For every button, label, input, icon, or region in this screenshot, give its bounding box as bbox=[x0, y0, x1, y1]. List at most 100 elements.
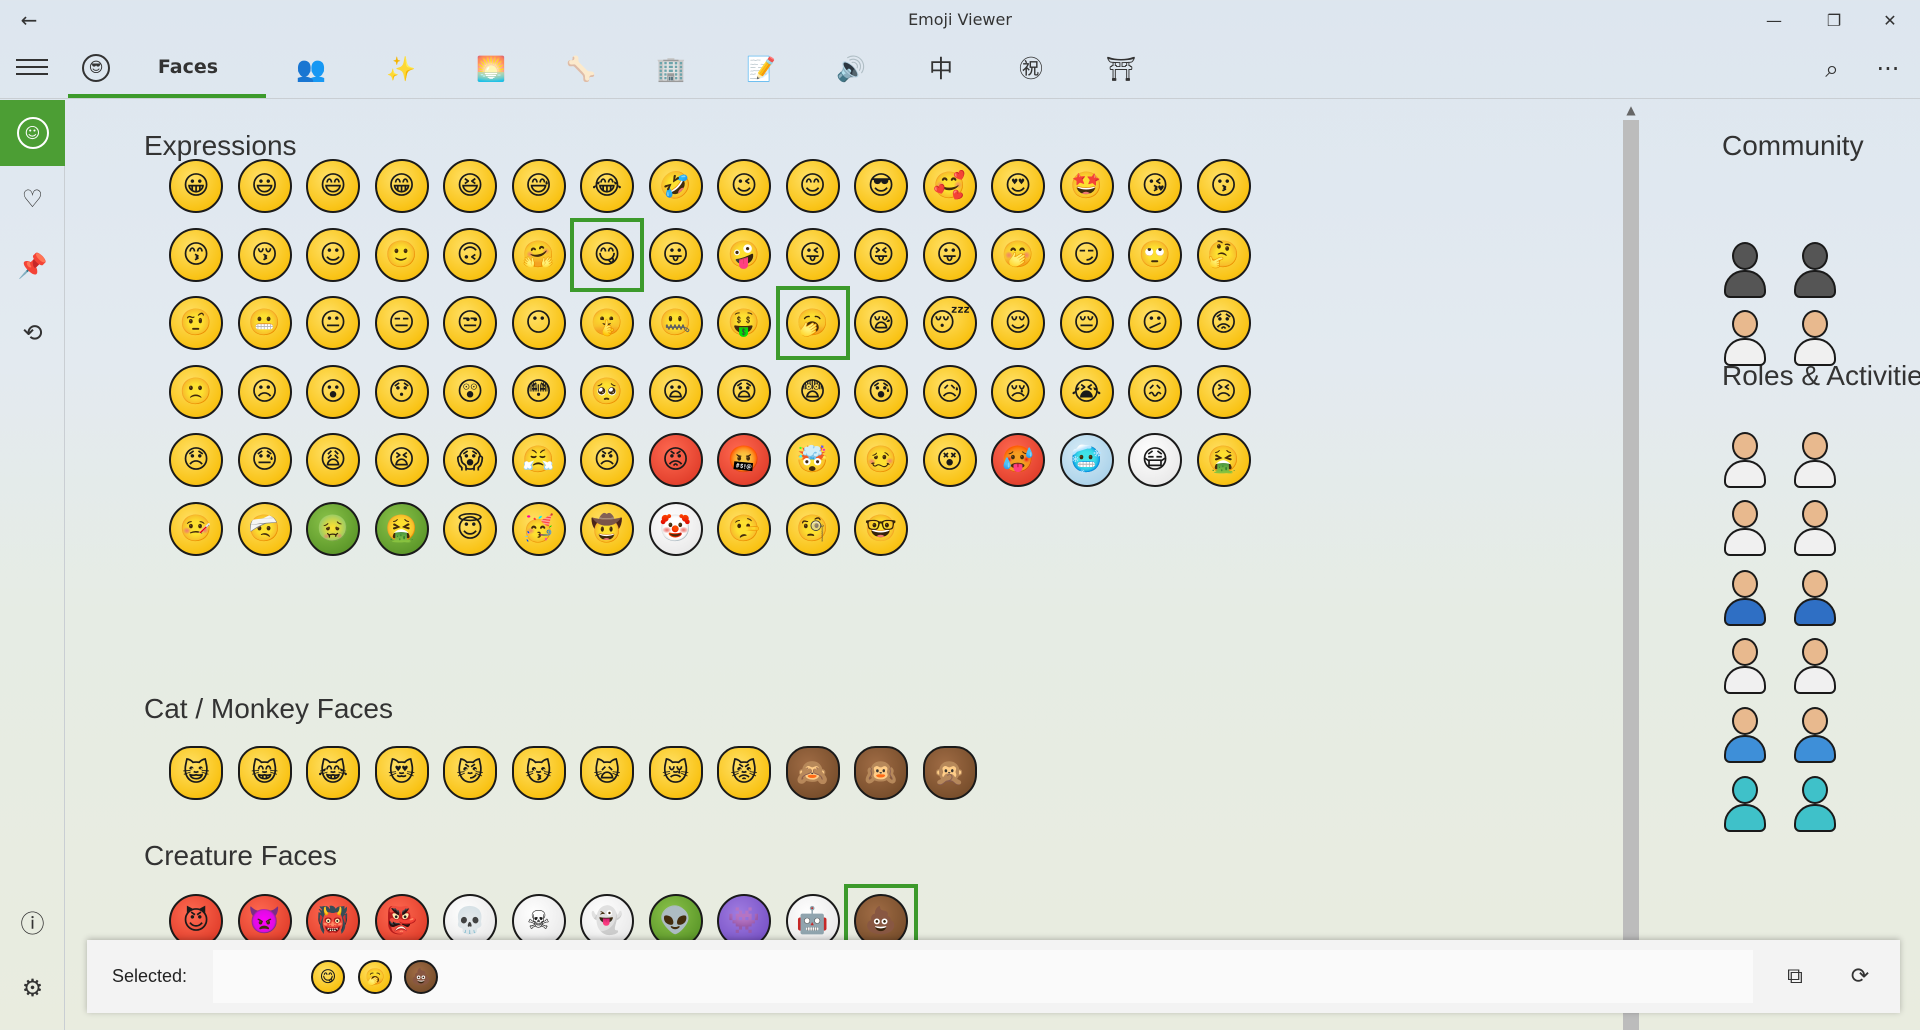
emoji-cell[interactable]: 🧐 bbox=[776, 492, 850, 566]
emoji-cell[interactable]: 😒 bbox=[433, 286, 507, 360]
emoji-cell[interactable]: 😳 bbox=[502, 355, 576, 429]
clear-selection-button[interactable]: ⟳ bbox=[1842, 958, 1878, 994]
selected-emoji-yawning[interactable]: 🥱 bbox=[357, 959, 393, 995]
emoji-cell[interactable]: 🥱 bbox=[775, 286, 850, 360]
person-emoji-icon[interactable] bbox=[1720, 636, 1770, 696]
emoji-cell[interactable]: 😻 bbox=[365, 736, 439, 810]
emoji-cell[interactable]: ☺ bbox=[296, 218, 370, 292]
person-emoji-icon[interactable] bbox=[1790, 705, 1840, 765]
emoji-cell[interactable]: 😔 bbox=[1050, 286, 1124, 360]
rail-pinned-button[interactable]: 📌 bbox=[0, 233, 65, 299]
emoji-cell[interactable]: 😴 bbox=[913, 286, 987, 360]
tab-objects[interactable]: 📝 bbox=[740, 40, 782, 98]
emoji-cell[interactable]: 😠 bbox=[570, 423, 644, 497]
emoji-cell[interactable]: 😏 bbox=[1050, 218, 1124, 292]
emoji-cell[interactable]: 😶 bbox=[502, 286, 576, 360]
emoji-cell[interactable]: 🤠 bbox=[570, 492, 644, 566]
emoji-cell[interactable]: 😮 bbox=[296, 355, 370, 429]
emoji-cell[interactable]: 😁 bbox=[365, 149, 439, 223]
copy-button[interactable]: ⧉ bbox=[1777, 958, 1813, 994]
person-emoji-icon[interactable] bbox=[1790, 774, 1840, 834]
emoji-cell[interactable]: 👿 bbox=[228, 884, 302, 940]
emoji-cell[interactable]: 👽 bbox=[639, 884, 713, 940]
emoji-cell[interactable]: 🤩 bbox=[1050, 149, 1124, 223]
emoji-cell[interactable]: 🤢 bbox=[296, 492, 370, 566]
selected-emoji-tray[interactable]: 😋 🥱 💩 bbox=[213, 950, 1753, 1003]
emoji-cell[interactable]: 🤒 bbox=[159, 492, 233, 566]
emoji-cell[interactable]: 😵 bbox=[913, 423, 987, 497]
emoji-cell[interactable]: 🤮 bbox=[1187, 423, 1261, 497]
emoji-cell[interactable]: 🤐 bbox=[639, 286, 713, 360]
person-emoji-icon[interactable] bbox=[1790, 636, 1840, 696]
emoji-cell[interactable]: 😾 bbox=[707, 736, 781, 810]
person-emoji-icon[interactable] bbox=[1720, 568, 1770, 628]
emoji-cell[interactable]: 😚 bbox=[228, 218, 302, 292]
emoji-cell[interactable]: 😐 bbox=[296, 286, 370, 360]
emoji-cell[interactable]: 🤯 bbox=[776, 423, 850, 497]
emoji-cell[interactable]: ☠ bbox=[502, 884, 576, 940]
emoji-cell[interactable]: 😎 bbox=[844, 149, 918, 223]
scroll-up-arrow-icon[interactable]: ▲ bbox=[1621, 100, 1641, 120]
person-emoji-icon[interactable] bbox=[1790, 430, 1840, 490]
emoji-cell[interactable]: 😨 bbox=[776, 355, 850, 429]
emoji-cell[interactable]: 😺 bbox=[159, 736, 233, 810]
emoji-cell[interactable]: 🤕 bbox=[228, 492, 302, 566]
selected-emoji-yum[interactable]: 😋 bbox=[310, 959, 346, 995]
person-emoji-icon[interactable] bbox=[1720, 498, 1770, 558]
emoji-cell[interactable]: 🤗 bbox=[502, 218, 576, 292]
emoji-cell[interactable]: 😖 bbox=[1118, 355, 1192, 429]
emoji-cell[interactable]: 😷 bbox=[1118, 423, 1192, 497]
emoji-cell[interactable]: 🤓 bbox=[844, 492, 918, 566]
emoji-cell[interactable]: 🥶 bbox=[1050, 423, 1124, 497]
tab-flags[interactable]: ⛩ bbox=[1100, 40, 1142, 98]
emoji-cell[interactable]: 🤥 bbox=[707, 492, 781, 566]
emoji-cell[interactable]: 😆 bbox=[433, 149, 507, 223]
emoji-cell[interactable]: 💀 bbox=[433, 884, 507, 940]
more-options-button[interactable]: ··· bbox=[1868, 52, 1908, 86]
person-emoji-icon[interactable] bbox=[1720, 430, 1770, 490]
emoji-cell[interactable]: 😜 bbox=[776, 218, 850, 292]
rail-history-button[interactable]: ⟲ bbox=[0, 300, 65, 366]
emoji-cell[interactable]: 🙃 bbox=[433, 218, 507, 292]
emoji-cell[interactable]: 😱 bbox=[433, 423, 507, 497]
scroll-thumb[interactable] bbox=[1623, 120, 1639, 1030]
emoji-cell[interactable]: 😫 bbox=[365, 423, 439, 497]
person-emoji-icon[interactable] bbox=[1720, 308, 1770, 368]
emoji-cell[interactable]: 🤫 bbox=[570, 286, 644, 360]
emoji-cell[interactable]: 😰 bbox=[844, 355, 918, 429]
emoji-cell[interactable]: 😌 bbox=[981, 286, 1055, 360]
emoji-cell[interactable]: 😸 bbox=[228, 736, 302, 810]
emoji-cell[interactable]: ☹ bbox=[228, 355, 302, 429]
emoji-cell[interactable]: 😝 bbox=[844, 218, 918, 292]
emoji-cell[interactable]: 🥰 bbox=[913, 149, 987, 223]
vertical-scrollbar[interactable]: ▲ bbox=[1621, 100, 1641, 1030]
person-emoji-icon[interactable] bbox=[1720, 240, 1770, 300]
emoji-cell[interactable]: 🤔 bbox=[1187, 218, 1261, 292]
selected-emoji-poop[interactable]: 💩 bbox=[403, 959, 439, 995]
emoji-cell[interactable]: 😹 bbox=[296, 736, 370, 810]
emoji-cell[interactable]: 😲 bbox=[433, 355, 507, 429]
emoji-cell[interactable]: 😘 bbox=[1118, 149, 1192, 223]
tab-sound[interactable]: 🔊 bbox=[830, 40, 872, 98]
emoji-cell[interactable]: 🙉 bbox=[844, 736, 918, 810]
minimize-button[interactable]: — bbox=[1746, 0, 1802, 40]
hamburger-menu-button[interactable] bbox=[14, 54, 50, 84]
person-emoji-icon[interactable] bbox=[1720, 774, 1770, 834]
maximize-button[interactable]: ❐ bbox=[1806, 0, 1862, 40]
emoji-cell[interactable]: 😉 bbox=[707, 149, 781, 223]
emoji-cell[interactable]: 🤑 bbox=[707, 286, 781, 360]
emoji-cell[interactable]: 😙 bbox=[159, 218, 233, 292]
emoji-cell[interactable]: 😦 bbox=[639, 355, 713, 429]
emoji-cell[interactable]: 🤬 bbox=[707, 423, 781, 497]
emoji-cell[interactable]: 🤖 bbox=[776, 884, 850, 940]
rail-faces-button[interactable]: ☺ bbox=[0, 100, 65, 166]
emoji-cell[interactable]: 😋 bbox=[570, 217, 644, 292]
emoji-cell[interactable]: 👹 bbox=[296, 884, 370, 940]
emoji-cell[interactable]: 😥 bbox=[913, 355, 987, 429]
emoji-cell[interactable]: 🙈 bbox=[776, 736, 850, 810]
emoji-cell[interactable]: 🥺 bbox=[570, 355, 644, 429]
rail-symbols-button[interactable]: ♡ bbox=[0, 166, 65, 232]
person-emoji-icon[interactable] bbox=[1790, 498, 1840, 558]
emoji-cell[interactable]: 😿 bbox=[639, 736, 713, 810]
emoji-cell[interactable]: 😪 bbox=[844, 286, 918, 360]
